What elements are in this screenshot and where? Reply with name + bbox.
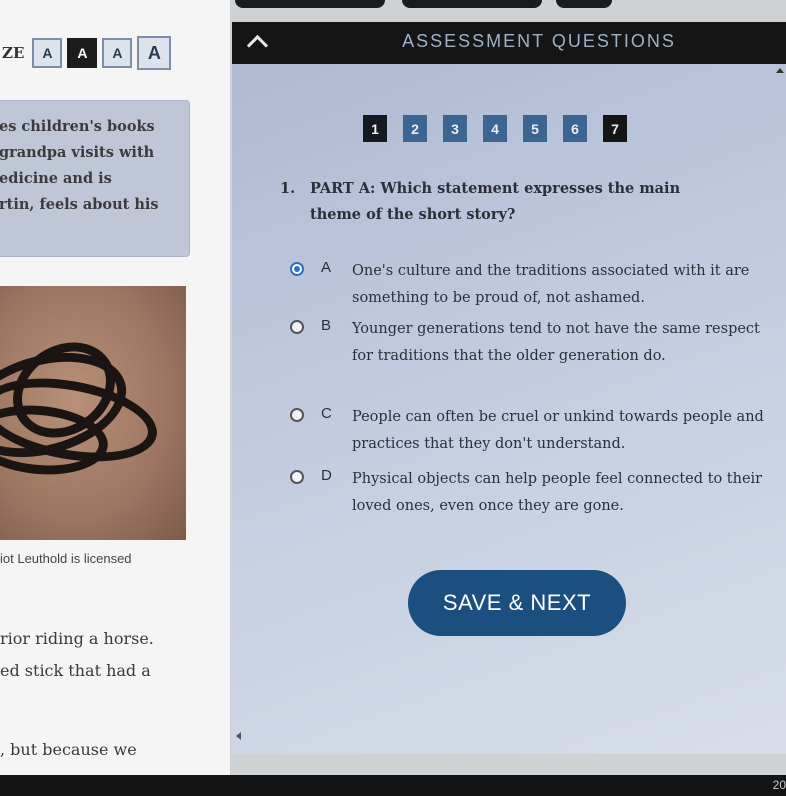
top-tab[interactable] <box>556 0 612 8</box>
font-size-label: ZE <box>2 44 25 62</box>
option-text: One's culture and the traditions associa… <box>352 263 750 306</box>
top-tab[interactable] <box>235 0 385 8</box>
question-navigation: 1 2 3 4 5 6 7 <box>363 115 643 142</box>
panel-title: ASSESSMENT QUESTIONS <box>402 31 676 51</box>
font-size-xlarge-button[interactable]: A <box>137 36 172 70</box>
radio-icon[interactable] <box>290 470 304 484</box>
font-size-small-button[interactable]: A <box>32 38 63 68</box>
taskbar: 20 <box>0 775 786 796</box>
assessment-header: ASSESSMENT QUESTIONS <box>232 22 786 64</box>
radio-icon[interactable] <box>290 320 304 334</box>
summary-line: es children's books <box>0 118 155 135</box>
question-nav-1[interactable]: 1 <box>363 115 387 142</box>
save-next-button[interactable]: SAVE & NEXT <box>408 570 626 636</box>
scroll-left-icon[interactable] <box>236 732 241 740</box>
font-size-large-button[interactable]: A <box>102 38 133 68</box>
option-letter: A <box>321 259 332 276</box>
story-summary-box: es children's books grandpa visits with … <box>0 100 190 257</box>
scroll-up-icon[interactable] <box>776 68 784 73</box>
clock: 20 <box>772 778 786 792</box>
summary-line: edicine and is <box>0 170 112 187</box>
option-letter: D <box>321 467 332 484</box>
question-text: PART A: Which statement expresses the ma… <box>310 180 681 223</box>
question-nav-3[interactable]: 3 <box>443 115 467 142</box>
story-image <box>0 286 186 540</box>
question-nav-7[interactable]: 7 <box>603 115 627 142</box>
question-nav-2[interactable]: 2 <box>403 115 427 142</box>
option-letter: B <box>321 317 332 334</box>
option-text: People can often be cruel or unkind towa… <box>352 409 764 452</box>
reading-pane: ZE A A A A es children's books grandpa v… <box>0 0 230 775</box>
story-text-line: , but because we <box>0 740 137 759</box>
story-text-line: ed stick that had a <box>0 661 151 680</box>
font-size-controls: ZE A A A A <box>0 36 176 70</box>
top-tab[interactable] <box>402 0 542 8</box>
image-caption: iot Leuthold is licensed <box>0 551 132 566</box>
question-number: 1. <box>280 180 296 197</box>
question-nav-5[interactable]: 5 <box>523 115 547 142</box>
font-size-medium-button[interactable]: A <box>67 38 98 68</box>
summary-line: grandpa visits with <box>0 144 155 161</box>
option-letter: C <box>321 405 332 422</box>
question-nav-6[interactable]: 6 <box>563 115 587 142</box>
story-text-line: rior riding a horse. <box>0 629 154 648</box>
question-nav-4[interactable]: 4 <box>483 115 507 142</box>
radio-selected-icon[interactable] <box>290 262 304 276</box>
radio-icon[interactable] <box>290 408 304 422</box>
option-text: Physical objects can help people feel co… <box>352 471 763 514</box>
summary-line: rtin, feels about his <box>0 196 159 213</box>
assessment-panel: 1 2 3 4 5 6 7 1. PART A: Which statement… <box>232 64 786 754</box>
option-text: Younger generations tend to not have the… <box>352 321 760 364</box>
